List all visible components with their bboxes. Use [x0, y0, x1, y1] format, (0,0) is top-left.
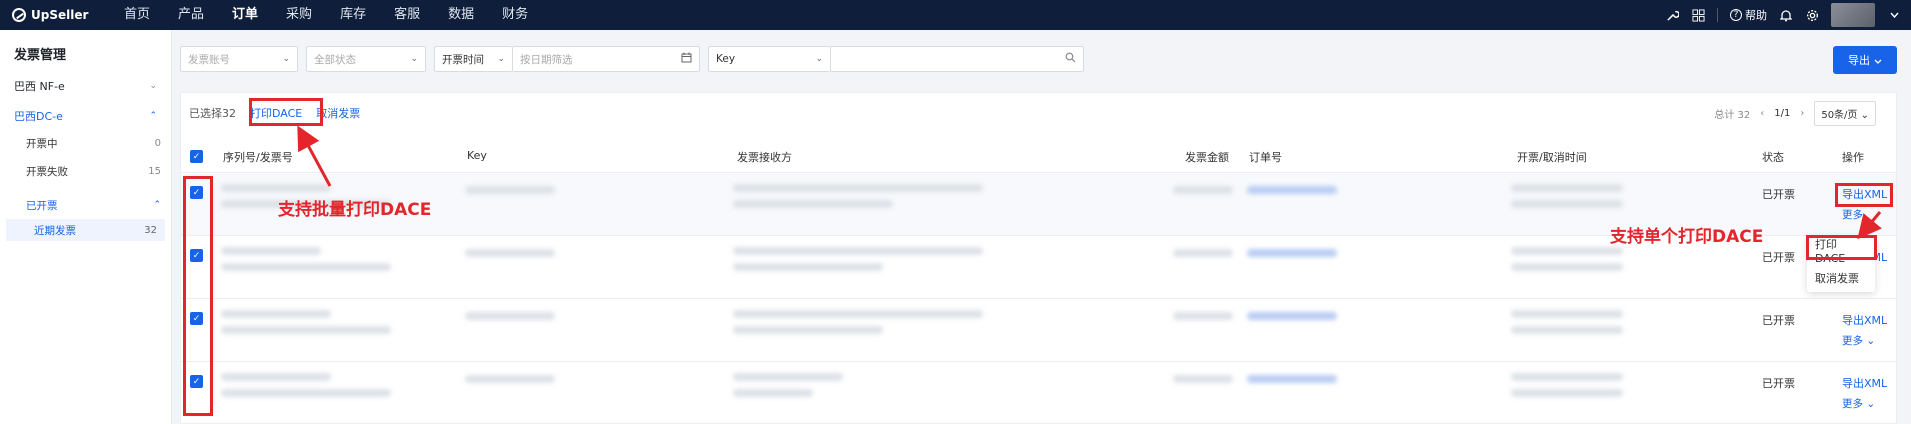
- arrow-to-dropdown: [1857, 211, 1882, 240]
- annotation-single-print: 支持单个打印DACE: [1610, 227, 1764, 247]
- annotation-batch-print: 支持批量打印DACE: [278, 200, 432, 220]
- arrow-to-batch-print: [297, 125, 332, 187]
